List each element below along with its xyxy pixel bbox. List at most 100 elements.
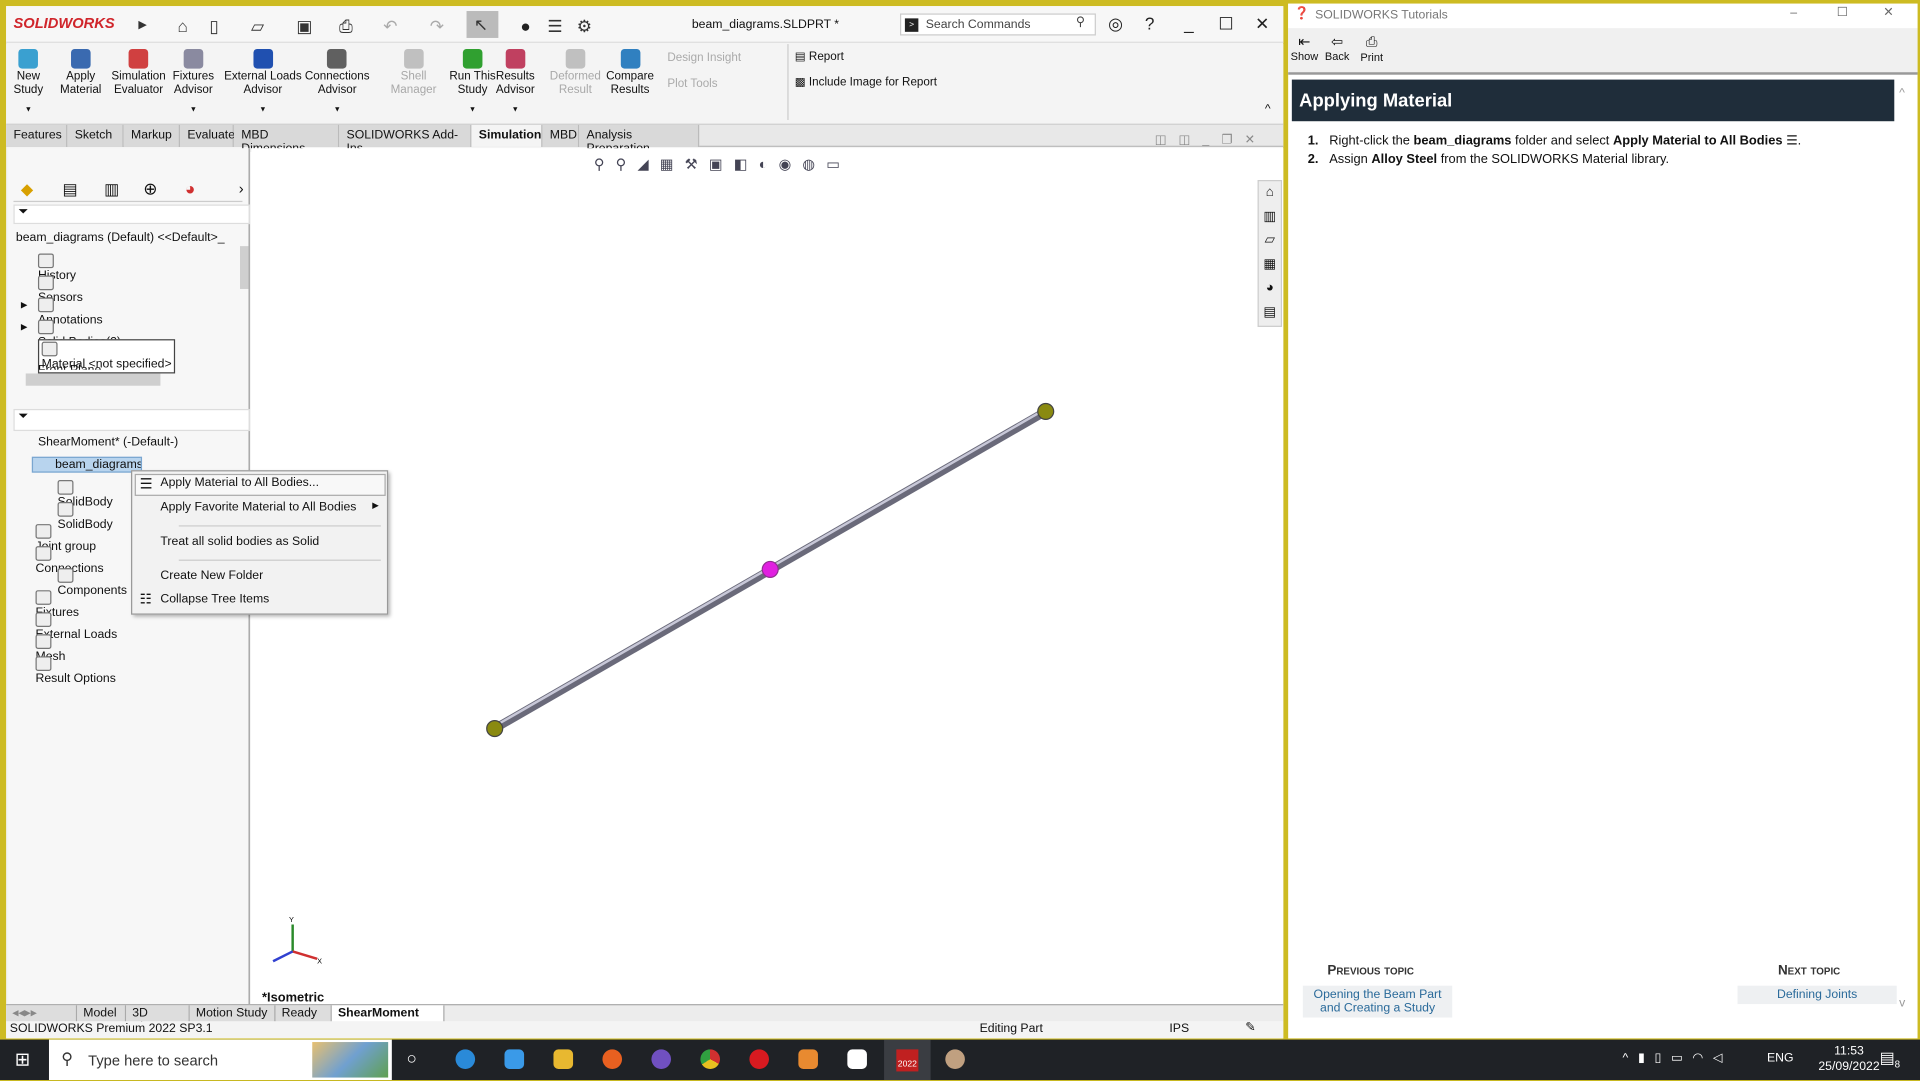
show-button[interactable]: ⇤ Show bbox=[1291, 33, 1319, 62]
opera-icon[interactable] bbox=[749, 1049, 769, 1069]
units-selector[interactable]: IPS bbox=[1169, 1022, 1189, 1035]
solidworks-taskbar-button[interactable]: 2022 bbox=[884, 1039, 931, 1081]
chrome-icon[interactable] bbox=[700, 1049, 721, 1069]
bottom-tab-motion-study-1[interactable]: Motion Study 1 bbox=[189, 1005, 276, 1033]
media-player-icon[interactable] bbox=[798, 1049, 818, 1069]
notifications-icon[interactable]: ▤8 bbox=[1880, 1048, 1901, 1070]
search-commands-input[interactable]: > Search Commands ⚲ bbox=[900, 13, 1096, 36]
tab-mbd[interactable]: MBD bbox=[542, 124, 580, 147]
app-icon[interactable] bbox=[847, 1049, 867, 1069]
file-explorer-icon[interactable] bbox=[553, 1049, 574, 1069]
tab-solidworks-add-ins[interactable]: SOLIDWORKS Add-Ins bbox=[339, 124, 472, 156]
edge-icon[interactable] bbox=[455, 1049, 476, 1069]
tree-item-result-options[interactable]: Result Options bbox=[35, 656, 116, 686]
configuration-manager-tab-icon[interactable]: ▥ bbox=[104, 180, 119, 200]
undo-icon[interactable]: ↶ bbox=[383, 16, 397, 37]
search-icon[interactable]: ⚲ bbox=[1076, 16, 1085, 29]
taskbar-search-input[interactable]: ⚲ Type here to search bbox=[48, 1039, 392, 1081]
account-icon[interactable]: ◎ bbox=[1108, 13, 1123, 34]
bottom-tab-model[interactable]: Model bbox=[77, 1005, 127, 1023]
file-properties-icon[interactable]: ☰ bbox=[547, 16, 562, 37]
menu-item-collapse-tree-items[interactable]: Collapse Tree Items bbox=[160, 593, 269, 606]
next-topic-link[interactable]: Defining Joints bbox=[1737, 985, 1897, 1005]
menu-item-create-new-folder[interactable]: Create New Folder bbox=[160, 569, 263, 582]
rebuild-status-icon[interactable]: ✎ bbox=[1245, 1021, 1255, 1034]
plot-tools-button[interactable]: Plot Tools bbox=[667, 77, 717, 90]
clock[interactable]: 11:53 25/09/2022 bbox=[1818, 1043, 1879, 1075]
options-gear-icon[interactable]: ⚙ bbox=[577, 16, 592, 37]
redo-icon[interactable]: ↷ bbox=[430, 16, 444, 37]
feature-manager-tab-icon[interactable]: ◆ bbox=[21, 180, 33, 200]
tab-analysis-preparation[interactable]: Analysis Preparation bbox=[579, 124, 700, 156]
ribbon-button-compare[interactable]: Compare Results bbox=[606, 48, 654, 97]
study-root[interactable]: ShearMoment* (-Default-) bbox=[38, 436, 178, 449]
bottom-tab-ready[interactable]: Ready bbox=[275, 1005, 332, 1023]
tab-evaluate[interactable]: Evaluate bbox=[180, 124, 235, 147]
expand-menu-icon[interactable]: ▶ bbox=[138, 18, 146, 31]
firefox-icon[interactable] bbox=[602, 1049, 623, 1069]
dropdown-arrow-icon[interactable]: ▼ bbox=[13, 104, 43, 117]
display-manager-tab-icon[interactable]: ◕ bbox=[185, 179, 195, 199]
include-image-button[interactable]: ▩ Include Image for Report bbox=[795, 76, 937, 89]
report-button[interactable]: ▤ Report bbox=[795, 50, 844, 63]
ribbon-button-connections[interactable]: Connections Advisor ▼ bbox=[305, 48, 370, 117]
ribbon-button-run-this[interactable]: Run This Study ▼ bbox=[449, 48, 496, 117]
feature-tree-root[interactable]: beam_diagrams (Default) <<Default>_ bbox=[16, 231, 225, 244]
graphics-area[interactable]: ⚲⚲◢▦⚒▣◧◐◉◍▭ ⌂ ▥ ▱ ▦ ◕ ▤ ◫◫_❐✕ Y X *Isometric bbox=[251, 133, 1284, 1006]
windows-start-icon[interactable]: ⊞ bbox=[15, 1048, 30, 1070]
help-icon[interactable]: ? bbox=[1145, 13, 1155, 33]
save-icon[interactable]: ▣ bbox=[296, 16, 312, 37]
tab-sketch[interactable]: Sketch bbox=[67, 124, 124, 147]
ribbon-button-fixtures[interactable]: Fixtures Advisor ▼ bbox=[173, 48, 214, 117]
menu-item-apply-favorite-material[interactable]: Apply Favorite Material to All Bodies bbox=[160, 501, 356, 514]
system-tray-icons[interactable]: ^▮▯▭◠◁ bbox=[1622, 1052, 1732, 1065]
dropdown-arrow-icon[interactable]: ▼ bbox=[305, 104, 370, 117]
ribbon-button-simulation[interactable]: Simulation Evaluator bbox=[111, 48, 166, 97]
tutorial-close-button[interactable]: ✕ bbox=[1883, 6, 1893, 19]
language-indicator[interactable]: ENG bbox=[1767, 1052, 1794, 1065]
new-document-icon[interactable]: ▯ bbox=[209, 16, 218, 37]
task-view-icon[interactable]: ○ bbox=[407, 1048, 417, 1068]
tree-vertical-scrollbar[interactable] bbox=[240, 246, 249, 289]
select-icon[interactable]: ↖ bbox=[466, 11, 499, 38]
menu-item-apply-material-to-all-bodies[interactable]: Apply Material to All Bodies... bbox=[160, 476, 319, 489]
maximize-button[interactable]: ☐ bbox=[1218, 13, 1233, 34]
ribbon-button-deformed[interactable]: Deformed Result bbox=[550, 48, 601, 97]
minimize-button[interactable]: _ bbox=[1184, 13, 1194, 33]
tutorial-scrollbar[interactable]: ^ v bbox=[1895, 79, 1916, 1010]
solidworks-logo[interactable]: SOLIDWORKS bbox=[13, 15, 114, 32]
viber-icon[interactable] bbox=[651, 1049, 672, 1069]
mail-icon[interactable] bbox=[504, 1049, 525, 1069]
tree-filter[interactable]: ⏷ bbox=[13, 204, 250, 225]
joint-middle[interactable] bbox=[761, 560, 779, 578]
tutorial-maximize-button[interactable]: ☐ bbox=[1837, 6, 1848, 19]
tab-features[interactable]: Features bbox=[6, 124, 68, 147]
back-button[interactable]: ⇦ Back bbox=[1325, 33, 1350, 62]
print-button[interactable]: ⎙ Print bbox=[1360, 33, 1383, 64]
viewport-window-controls[interactable]: ◫◫_❐✕ bbox=[1155, 133, 1267, 146]
ribbon-button-new[interactable]: New Study ▼ bbox=[13, 48, 43, 117]
more-tabs-chevron-icon[interactable]: › bbox=[239, 180, 244, 197]
expand-arrow-icon[interactable]: ▶ bbox=[21, 300, 28, 310]
tab-simulation[interactable]: Simulation bbox=[471, 124, 543, 147]
dimxpert-tab-icon[interactable]: ⊕ bbox=[143, 179, 157, 200]
bottom-tab-3d-views[interactable]: 3D Views bbox=[126, 1005, 190, 1033]
ribbon-button-shell[interactable]: Shell Manager bbox=[391, 48, 437, 97]
joint-start[interactable] bbox=[486, 720, 504, 738]
tutorial-minimize-button[interactable]: – bbox=[1790, 6, 1797, 19]
rebuild-icon[interactable]: ● bbox=[520, 16, 530, 36]
expand-arrow-icon[interactable]: ▶ bbox=[21, 322, 28, 332]
previous-topic-link[interactable]: Opening the Beam Part and Creating a Stu… bbox=[1302, 985, 1453, 1018]
menu-item-treat-as-solid[interactable]: Treat all solid bodies as Solid bbox=[160, 535, 319, 548]
ribbon-button-results[interactable]: Results Advisor ▼ bbox=[496, 48, 535, 117]
ribbon-button-apply[interactable]: Apply Material bbox=[60, 48, 101, 97]
print-icon[interactable]: ⎙ bbox=[339, 16, 353, 37]
ribbon-button-external-loads[interactable]: External Loads Advisor ▼ bbox=[224, 48, 302, 117]
dropdown-arrow-icon[interactable]: ▼ bbox=[224, 104, 302, 117]
dropdown-arrow-icon[interactable]: ▼ bbox=[496, 104, 535, 117]
design-insight-button[interactable]: Design Insight bbox=[667, 51, 741, 64]
bottom-tab-shearmoment[interactable]: ShearMoment bbox=[331, 1005, 445, 1023]
paint-icon[interactable] bbox=[945, 1049, 965, 1069]
dropdown-arrow-icon[interactable]: ▼ bbox=[173, 104, 214, 117]
collapse-ribbon-icon[interactable]: ^ bbox=[1265, 103, 1271, 116]
